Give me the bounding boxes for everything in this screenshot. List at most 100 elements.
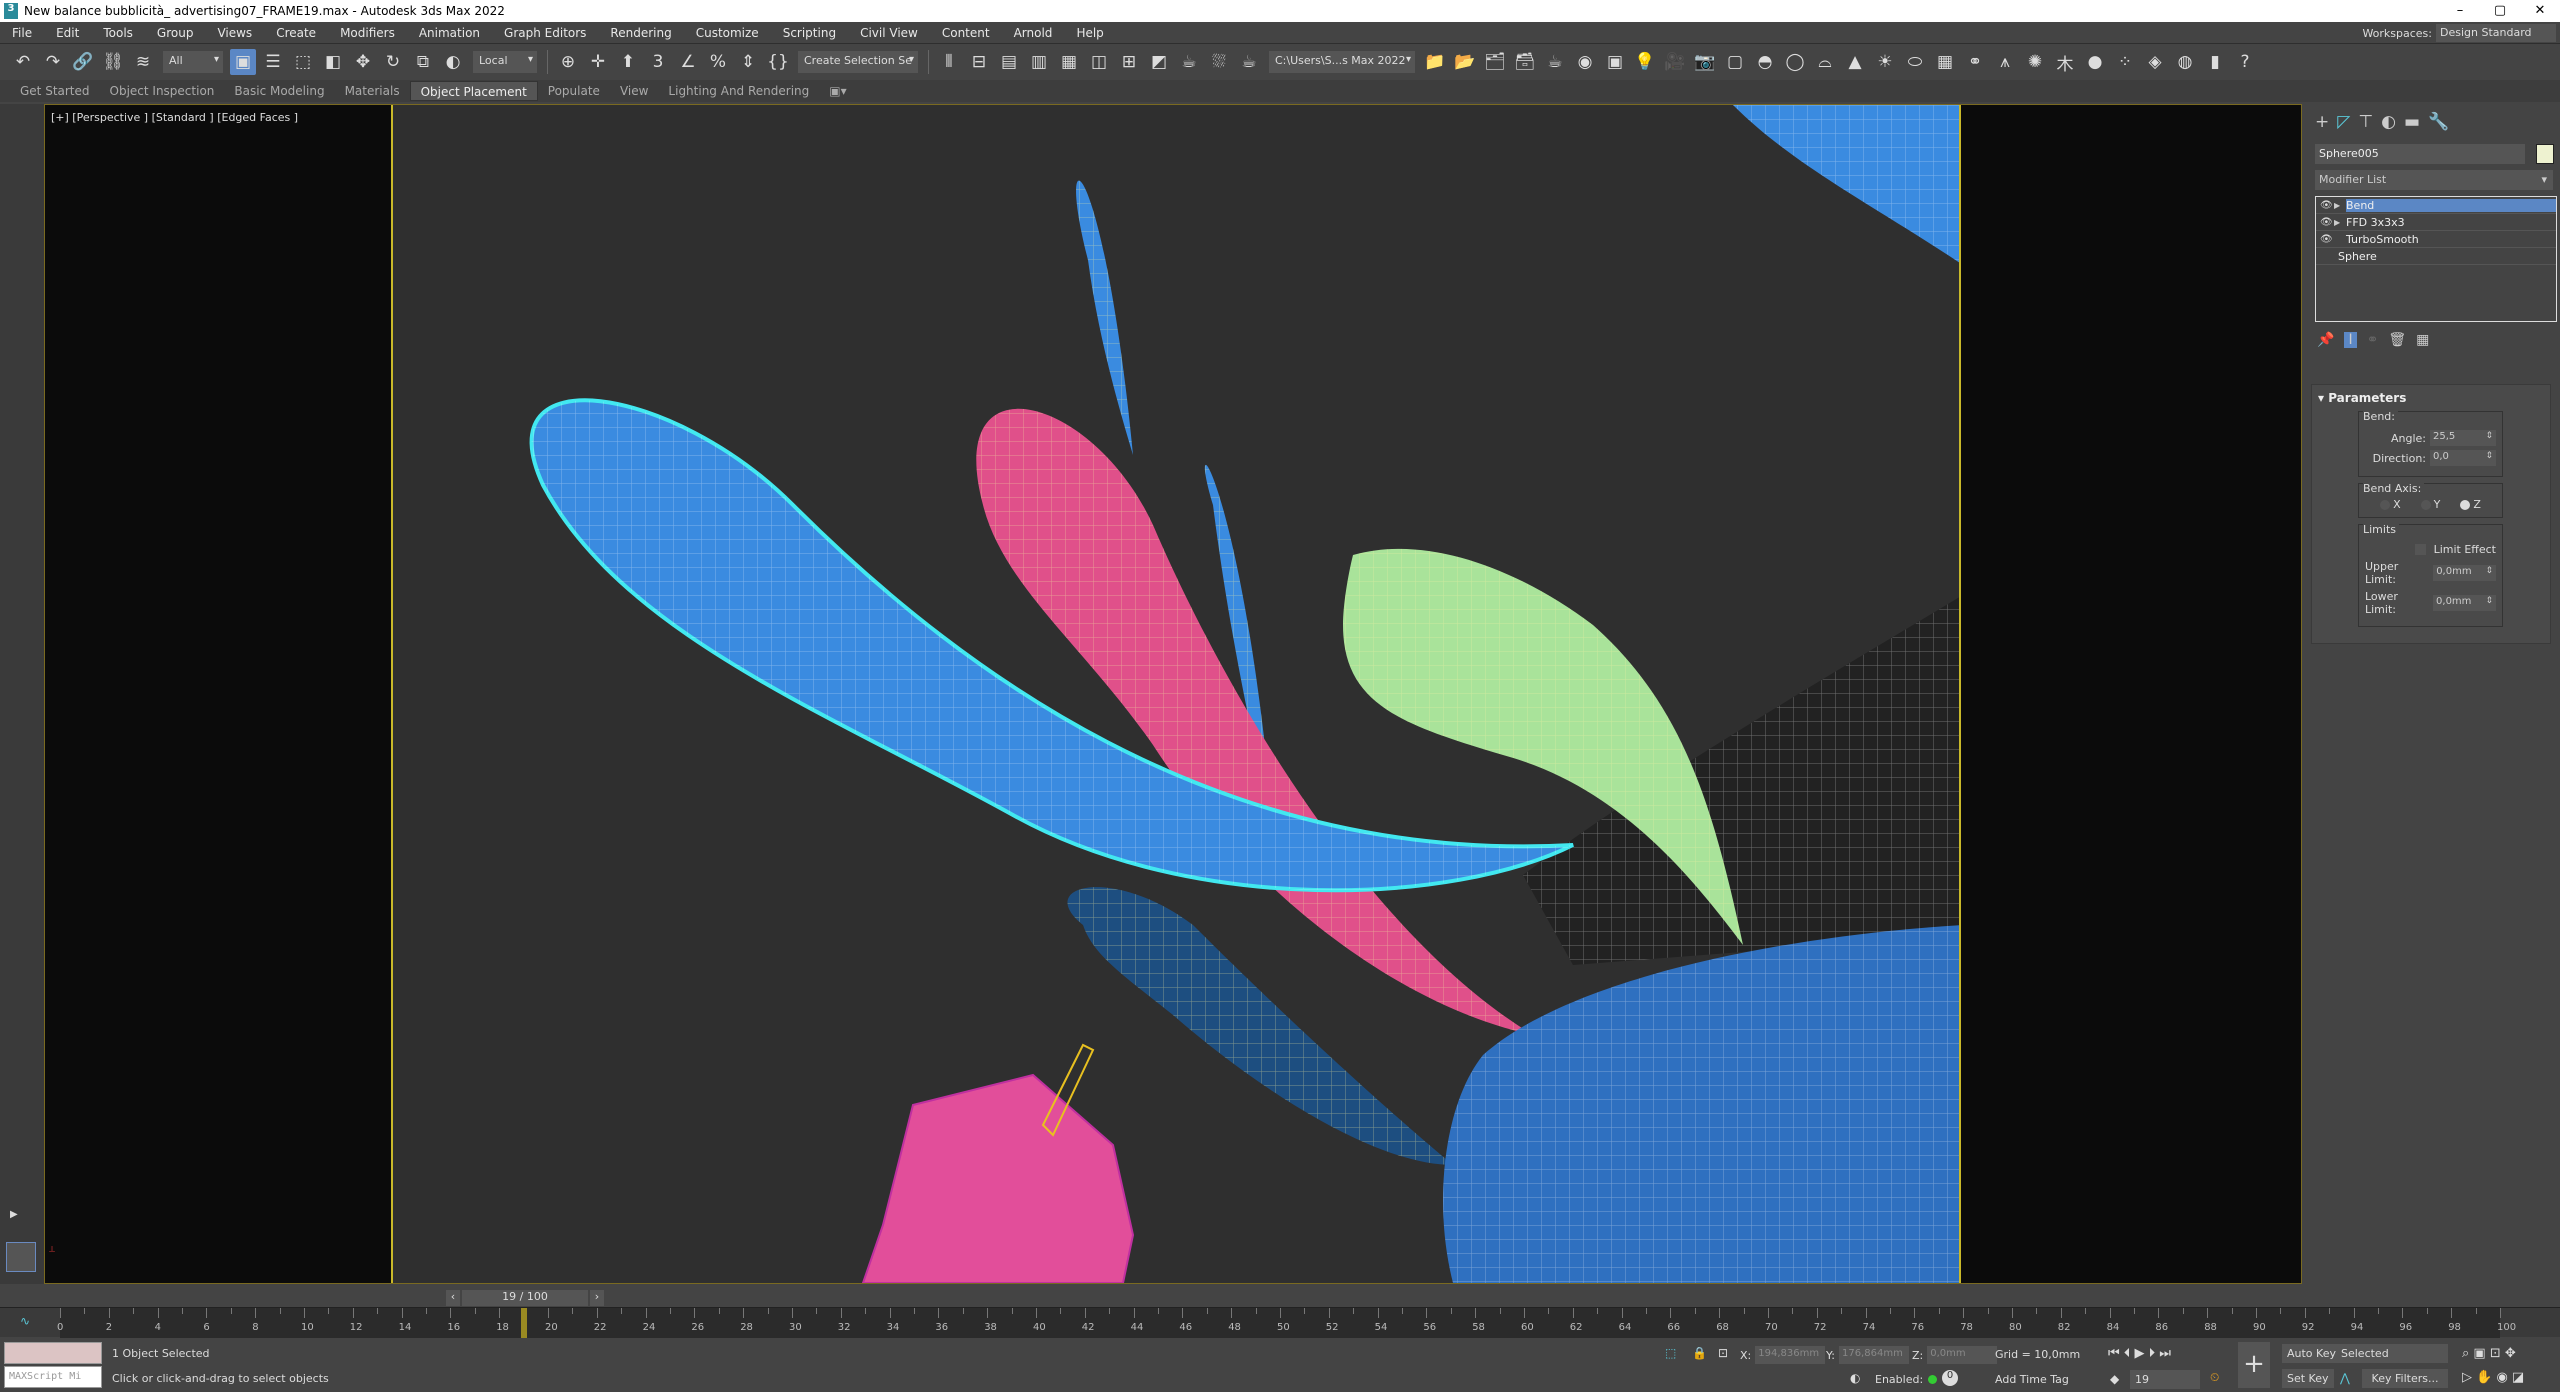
globe-icon[interactable]: ● (2082, 49, 2108, 75)
lower-limit-spinner[interactable]: 0,0mm (2433, 595, 2496, 611)
expand-triangle-icon[interactable]: ▶ (2334, 218, 2346, 227)
angle-snap-icon[interactable]: ∠ (675, 49, 701, 75)
project-path-dropdown[interactable]: C:\Users\S...s Max 2022 (1269, 51, 1415, 73)
render-icon[interactable]: ☕ (1236, 49, 1262, 75)
ribbon-tab-populate[interactable]: Populate (538, 81, 610, 101)
sphere-light-icon[interactable]: ◯ (1782, 49, 1808, 75)
select-by-name-icon[interactable]: ☰ (260, 49, 286, 75)
viewport-nav-top-icons[interactable]: ⌕ ▣ ⊡ ✥ (2462, 1346, 2516, 1361)
project-open-icon[interactable]: 📂 (1452, 49, 1478, 75)
select-object-icon[interactable]: ▣ (230, 49, 256, 75)
disc-icon[interactable]: ⬭ (1902, 49, 1928, 75)
time-configuration-icon[interactable]: ⏲ (2210, 1370, 2219, 1385)
curve-editor-icon[interactable]: ◫ (1086, 49, 1112, 75)
adaptive-degradation-icon[interactable]: ◐ (1850, 1371, 1860, 1385)
set-key-button[interactable]: Set Key (2282, 1369, 2334, 1388)
maxscript-listener-output[interactable] (4, 1342, 102, 1364)
camera-icon[interactable]: 📷 (1692, 49, 1718, 75)
schematic-view-icon[interactable]: ⊞ (1116, 49, 1142, 75)
prev-frame-button[interactable]: ‹ (446, 1290, 460, 1306)
ribbon-tab-materials[interactable]: Materials (335, 81, 410, 101)
ribbon-tab-basic-modeling[interactable]: Basic Modeling (224, 81, 334, 101)
time-cursor[interactable] (520, 1308, 527, 1338)
project-folder-icon[interactable]: 📁 (1422, 49, 1448, 75)
sun-icon[interactable]: ☀ (1872, 49, 1898, 75)
blue-app-icon[interactable]: ◍ (2172, 49, 2198, 75)
modifier-stack-item[interactable]: 👁 ▶ Bend (2316, 197, 2556, 214)
selection-lock-icon[interactable]: 🔒 (1692, 1346, 1707, 1360)
render-setup-icon[interactable]: ☕ (1176, 49, 1202, 75)
render-teapot-icon[interactable]: ☕ (1542, 49, 1568, 75)
batch-render-icon[interactable]: ▮ (2202, 49, 2228, 75)
edit-named-sets-icon[interactable]: {} (765, 49, 791, 75)
menu-create[interactable]: Create (264, 26, 328, 40)
object-color-swatch[interactable] (2536, 144, 2554, 164)
y-coordinate-field[interactable]: 176,864mm (1838, 1346, 1909, 1364)
x-coordinate-field[interactable]: 194,836mm (1755, 1346, 1826, 1364)
display-icon[interactable]: ▬ (2404, 112, 2420, 132)
align-icon[interactable]: ⊟ (966, 49, 992, 75)
basket-icon[interactable]: ⌓ (1812, 49, 1838, 75)
limit-effect-checkbox[interactable] (2414, 544, 2426, 555)
layer-explorer-icon[interactable]: ▥ (1026, 49, 1052, 75)
keyboard-shortcut-icon[interactable]: ⬆ (615, 49, 641, 75)
show-end-result-icon[interactable]: Ⅰ (2344, 332, 2357, 348)
move-icon[interactable]: ✥ (350, 49, 376, 75)
cog-icon[interactable]: ✺ (2022, 49, 2048, 75)
viewport-label[interactable]: [+] [Perspective ] [Standard ] [Edged Fa… (51, 111, 298, 124)
tower-icon[interactable]: ⩚ (1992, 49, 2018, 75)
menu-tools[interactable]: Tools (91, 26, 145, 40)
workspaces-dropdown[interactable]: Design Standard (2436, 24, 2556, 42)
menu-scripting[interactable]: Scripting (771, 26, 848, 40)
ribbon-tab-lighting-and-rendering[interactable]: Lighting And Rendering (658, 81, 819, 101)
ribbon-tab-view[interactable]: View (610, 81, 658, 101)
visibility-eye-icon[interactable]: 👁 (2320, 200, 2334, 211)
modifier-stack-item[interactable]: 👁 ▶ FFD 3x3x3 (2316, 214, 2556, 231)
configure-modifier-sets-icon[interactable]: ▦ (2416, 332, 2429, 348)
parameters-rollout-title[interactable]: ▾ Parameters (2318, 391, 2544, 405)
ribbon-tab-object-placement[interactable]: Object Placement (409, 81, 538, 101)
grid-icon[interactable]: ▦ (1932, 49, 1958, 75)
menu-group[interactable]: Group (145, 26, 206, 40)
motion-icon[interactable]: ◐ (2381, 112, 2396, 132)
utilities-icon[interactable]: 🔧 (2428, 112, 2449, 132)
viewport-nav-bottom-icons[interactable]: ▷ ✋ ◉ ◪ (2462, 1370, 2524, 1385)
box-icon[interactable]: ▢ (1722, 49, 1748, 75)
time-slider[interactable]: 19 / 100 (462, 1290, 588, 1306)
make-unique-icon[interactable]: ⚭ (2367, 332, 2379, 348)
time-config-arrows-icon[interactable]: ◆ (2110, 1372, 2119, 1386)
default-tangents-icon[interactable]: ⋀ (2340, 1371, 2350, 1385)
unlink-icon[interactable]: ⛓ (100, 49, 126, 75)
minimize-button[interactable]: – (2440, 0, 2480, 22)
hierarchy-icon[interactable]: ⊤ (2358, 112, 2373, 132)
window-crossing-icon[interactable]: ◧ (320, 49, 346, 75)
current-frame-spinner[interactable]: 19 (2130, 1370, 2200, 1389)
track-bar[interactable]: ∿ 0 2 4 6 8 10 12 14 16 18 20 22 24 26 28 30 32 34 36 38 40 4… (0, 1307, 2560, 1338)
angle-spinner[interactable]: 25,5 (2430, 430, 2496, 446)
placement-icon[interactable]: ◐ (440, 49, 466, 75)
modify-icon[interactable]: ◸ (2337, 112, 2350, 132)
purple-app-icon[interactable]: ◈ (2142, 49, 2168, 75)
rotate-icon[interactable]: ↻ (380, 49, 406, 75)
menu-views[interactable]: Views (205, 26, 264, 40)
auto-key-button[interactable]: Auto Key (2282, 1344, 2341, 1363)
time-tag-icon[interactable]: 0 (1942, 1370, 1958, 1386)
cone-icon[interactable]: ▲ (1842, 49, 1868, 75)
remove-modifier-icon[interactable]: 🗑 (2388, 332, 2406, 348)
bind-space-warp-icon[interactable]: ≋ (130, 49, 156, 75)
scene-explorer-icon[interactable]: ▤ (996, 49, 1022, 75)
menu-arnold[interactable]: Arnold (1002, 26, 1065, 40)
dome-icon[interactable]: ◓ (1752, 49, 1778, 75)
maximize-button[interactable]: ▢ (2480, 0, 2520, 22)
playback-controls[interactable]: ⏮ ⏴ ▶ ⏵ ⏭ (2108, 1346, 2171, 1361)
direction-spinner[interactable]: 0,0 (2430, 450, 2496, 466)
snap-3d-icon[interactable]: 3 (645, 49, 671, 75)
scale-icon[interactable]: ⧉ (410, 49, 436, 75)
redo-icon[interactable]: ↷ (40, 49, 66, 75)
key-filters-button[interactable]: Key Filters... (2362, 1369, 2448, 1388)
reference-coordinate-dropdown[interactable]: Local (473, 51, 537, 73)
visibility-eye-icon[interactable]: 👁 (2320, 217, 2334, 228)
upper-limit-spinner[interactable]: 0,0mm (2433, 565, 2496, 581)
expand-triangle-icon[interactable]: ▶ (2334, 201, 2346, 210)
menu-rendering[interactable]: Rendering (598, 26, 683, 40)
